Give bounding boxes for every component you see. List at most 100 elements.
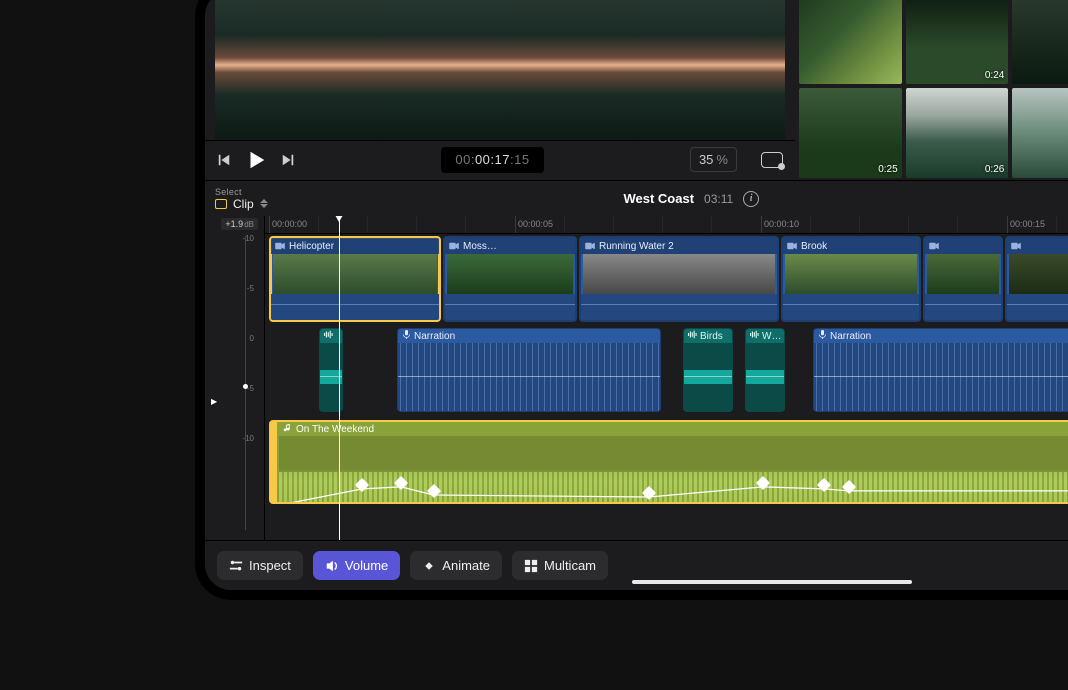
db-readout: +1.9dB <box>221 218 258 230</box>
clip-audio-wave <box>445 294 575 320</box>
media-thumb[interactable]: 0:07 <box>1012 0 1068 84</box>
clip-audio-wave <box>1007 294 1068 320</box>
prev-clip-button[interactable] <box>217 153 231 167</box>
ruler-label: 00:00:15 <box>1007 219 1045 229</box>
clip-audio-wave <box>581 294 777 320</box>
play-button[interactable] <box>245 149 267 171</box>
media-thumb[interactable]: 0:26 <box>906 88 1009 178</box>
media-thumb[interactable] <box>1012 88 1068 178</box>
clip-waveform <box>746 343 784 411</box>
narration-clip[interactable]: Narration <box>813 328 1068 412</box>
camera-icon <box>449 237 459 255</box>
media-thumb[interactable] <box>799 0 902 84</box>
clip-chip-icon <box>215 199 227 209</box>
upper-pane: 00:00:17:15 35% 0:24 0:07 0:25 0:26 <box>205 0 1068 180</box>
thumb-duration: 0:24 <box>985 70 1004 81</box>
select-mode[interactable]: Select Clip <box>215 187 268 211</box>
timeline-titlebar: Select Clip West Coast 03:11 i <box>205 180 1068 216</box>
select-label: Select <box>215 187 268 197</box>
mic-icon <box>818 330 827 342</box>
video-clip[interactable]: Running Water 2 <box>579 236 779 322</box>
preview-viewport[interactable] <box>215 0 785 140</box>
audio-meter[interactable]: +1.9dB -10-50-5-10 ▶ <box>205 216 265 540</box>
sfx-clip[interactable]: W… <box>745 328 785 412</box>
transport-bar: 00:00:17:15 35% <box>205 140 795 178</box>
clip-thumbnail <box>583 254 775 296</box>
mic-icon <box>402 330 411 342</box>
narration-clip[interactable]: Narration <box>397 328 661 412</box>
timecode-display[interactable]: 00:00:17:15 <box>441 147 543 173</box>
music-note-icon <box>283 423 292 435</box>
home-indicator[interactable] <box>632 580 912 584</box>
zoom-unit: % <box>716 152 728 167</box>
tc-hours: 00: <box>455 152 475 167</box>
meter-playhead-icon: ▶ <box>211 397 217 406</box>
tc-main: 00:17 <box>475 152 510 167</box>
multicam-button[interactable]: Multicam <box>512 551 608 580</box>
media-thumb[interactable]: 0:25 <box>799 88 902 178</box>
playhead[interactable] <box>339 216 340 540</box>
project-duration: 03:11 <box>704 192 733 206</box>
clip-thumbnail <box>273 254 437 296</box>
ruler-label: 00:00:00 <box>269 219 307 229</box>
inspect-button[interactable]: Inspect <box>217 551 303 580</box>
clip-thumbnail <box>447 254 573 296</box>
viewer-pane: 00:00:17:15 35% <box>205 0 795 180</box>
app-screen: 00:00:17:15 35% 0:24 0:07 0:25 0:26 Select … <box>205 0 1068 590</box>
clip-waveform <box>398 343 660 411</box>
video-clip[interactable]: Brook <box>781 236 921 322</box>
media-browser[interactable]: 0:24 0:07 0:25 0:26 <box>795 0 1068 180</box>
music-lane: On The Weekend <box>265 420 1068 508</box>
clip-name: Moss… <box>463 241 497 252</box>
project-title: West Coast <box>623 191 694 206</box>
thumb-duration: 0:25 <box>878 164 897 175</box>
waveform-icon <box>688 330 697 342</box>
clip-name: Running Water 2 <box>599 241 674 252</box>
video-clip[interactable]: Helicopter <box>269 236 441 322</box>
clip-audio-wave <box>783 294 919 320</box>
timeline: +1.9dB -10-50-5-10 ▶ 00:00:0000:00:0500:… <box>205 216 1068 540</box>
clip-thumbnail <box>927 254 999 296</box>
clip-audio-wave <box>271 294 439 320</box>
meter-tick-label: -10 <box>242 234 254 243</box>
music-clip[interactable]: On The Weekend <box>269 420 1068 504</box>
next-clip-button[interactable] <box>281 153 295 167</box>
sfx-clip[interactable]: Birds <box>683 328 733 412</box>
clip-thumbnail <box>785 254 917 296</box>
music-clip-name: On The Weekend <box>296 424 374 435</box>
waveform-icon <box>750 330 759 342</box>
clip-waveform <box>814 343 1068 411</box>
ruler-label: 00:00:05 <box>515 219 553 229</box>
clip-waveform <box>684 343 732 411</box>
camera-icon <box>787 237 797 255</box>
media-thumb[interactable]: 0:24 <box>906 0 1009 84</box>
clip-thumbnail <box>1009 254 1068 296</box>
camera-icon <box>275 237 285 255</box>
meter-tick-label: -5 <box>247 284 254 293</box>
time-ruler[interactable]: 00:00:0000:00:0500:00:1000:00:15 <box>265 216 1068 234</box>
clip-name: Brook <box>801 241 827 252</box>
animate-button[interactable]: Animate <box>410 551 502 580</box>
clip-name: Birds <box>700 331 723 342</box>
meter-tick-label: -10 <box>242 434 254 443</box>
speaker-icon <box>325 559 339 573</box>
zoom-readout[interactable]: 35% <box>690 147 737 172</box>
tracks-area[interactable]: 00:00:0000:00:0500:00:1000:00:15 Helicop… <box>265 216 1068 540</box>
pip-icon[interactable] <box>761 152 783 168</box>
video-clip[interactable]: Moss… <box>443 236 577 322</box>
video-clip[interactable] <box>1005 236 1068 322</box>
grid-icon <box>524 559 538 573</box>
camera-icon <box>929 237 939 255</box>
clip-name: W… <box>762 331 781 342</box>
camera-icon <box>1011 237 1021 255</box>
tc-frames: :15 <box>510 152 530 167</box>
select-value: Clip <box>233 197 254 211</box>
audio-lane: Narration Birds W… Narration <box>265 328 1068 416</box>
camera-icon <box>585 237 595 255</box>
info-icon[interactable]: i <box>743 191 759 207</box>
clip-name: Narration <box>830 331 871 342</box>
volume-button[interactable]: Volume <box>313 551 400 580</box>
video-clip[interactable] <box>923 236 1003 322</box>
meter-tick-label: 0 <box>250 334 254 343</box>
clip-audio-wave <box>925 294 1001 320</box>
